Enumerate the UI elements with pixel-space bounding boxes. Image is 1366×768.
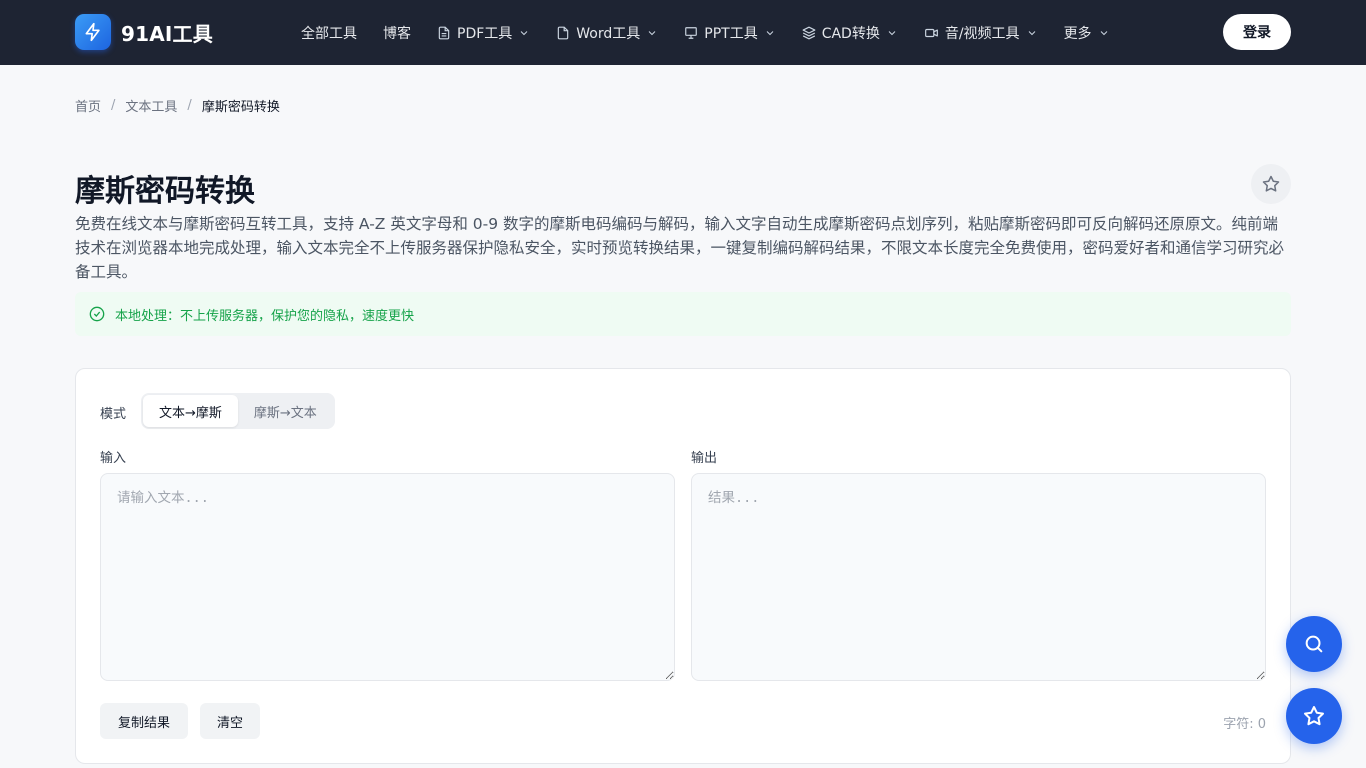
output-label: 输出 bbox=[691, 451, 718, 466]
file-icon bbox=[437, 26, 451, 40]
nav-item-label: PPT工具 bbox=[704, 25, 758, 42]
chevron-down-icon bbox=[764, 27, 776, 39]
nav-item-more[interactable]: 更多 bbox=[1051, 0, 1123, 65]
tool-card: 模式 文本→摩斯 摩斯→文本 输入 输出 复制结果 清空 字符: 0 bbox=[75, 368, 1291, 764]
nav-item-blog[interactable]: 博客 bbox=[370, 0, 424, 65]
check-circle-icon bbox=[89, 306, 105, 322]
nav-item-all-tools[interactable]: 全部工具 bbox=[288, 0, 370, 65]
video-icon bbox=[924, 26, 939, 40]
output-textarea[interactable] bbox=[691, 473, 1266, 681]
breadcrumb-separator: / bbox=[187, 98, 192, 113]
mode-text-to-morse-button[interactable]: 文本→摩斯 bbox=[143, 395, 238, 427]
nav-item-label: 博客 bbox=[383, 25, 411, 42]
mode-morse-to-text-button[interactable]: 摩斯→文本 bbox=[238, 395, 333, 427]
star-icon bbox=[1261, 174, 1281, 194]
floating-search-button[interactable] bbox=[1286, 616, 1342, 672]
nav-item-cad-convert[interactable]: CAD转换 bbox=[789, 0, 911, 65]
nav-item-label: PDF工具 bbox=[457, 25, 513, 42]
nav-item-pdf-tools[interactable]: PDF工具 bbox=[424, 0, 543, 65]
favorite-button[interactable] bbox=[1251, 164, 1291, 204]
nav-item-ppt-tools[interactable]: PPT工具 bbox=[671, 0, 788, 65]
nav-item-word-tools[interactable]: Word工具 bbox=[543, 0, 671, 65]
site-logo[interactable]: 91AI工具 bbox=[75, 14, 213, 50]
breadcrumb-home-link[interactable]: 首页 bbox=[75, 96, 101, 115]
nav-item-av-tools[interactable]: 音/视频工具 bbox=[911, 0, 1051, 65]
mode-label: 模式 bbox=[100, 407, 127, 422]
chevron-down-icon bbox=[518, 27, 530, 39]
character-count: 字符: 0 bbox=[1223, 717, 1266, 732]
nav-item-label: 音/视频工具 bbox=[944, 25, 1020, 42]
main-nav: 全部工具 博客 PDF工具 Word工具 PPT工具 CAD转换 音/视频工具 bbox=[288, 0, 1123, 65]
top-navigation-bar: 91AI工具 全部工具 博客 PDF工具 Word工具 PPT工具 CAD转换 bbox=[0, 0, 1366, 65]
privacy-notice-text: 本地处理：不上传服务器，保护您的隐私，速度更快 bbox=[115, 308, 415, 324]
nav-item-label: Word工具 bbox=[576, 25, 641, 42]
nav-item-label: 更多 bbox=[1063, 25, 1092, 42]
chevron-down-icon bbox=[1026, 27, 1038, 39]
layers-icon bbox=[802, 26, 816, 40]
copy-result-button[interactable]: 复制结果 bbox=[100, 703, 188, 739]
breadcrumb-category-link[interactable]: 文本工具 bbox=[125, 96, 177, 115]
lightning-icon bbox=[75, 14, 111, 50]
site-name: 91AI工具 bbox=[121, 21, 213, 46]
nav-item-label: CAD转换 bbox=[821, 25, 880, 42]
breadcrumb-current: 摩斯密码转换 bbox=[201, 100, 280, 115]
mode-switcher: 文本→摩斯 摩斯→文本 bbox=[141, 393, 335, 429]
star-icon bbox=[1302, 704, 1326, 728]
privacy-notice: 本地处理：不上传服务器，保护您的隐私，速度更快 bbox=[75, 292, 1291, 336]
floating-favorite-button[interactable] bbox=[1286, 688, 1342, 744]
chevron-down-icon bbox=[646, 27, 658, 39]
chevron-down-icon bbox=[1098, 27, 1110, 39]
breadcrumb: 首页 / 文本工具 / 摩斯密码转换 bbox=[75, 96, 280, 115]
login-button[interactable]: 登录 bbox=[1223, 14, 1291, 50]
chevron-down-icon bbox=[886, 27, 898, 39]
presentation-icon bbox=[684, 26, 698, 40]
clear-button[interactable]: 清空 bbox=[200, 703, 260, 739]
input-label: 输入 bbox=[100, 451, 127, 466]
page-description: 免费在线文本与摩斯密码互转工具，支持 A-Z 英文字母和 0-9 数字的摩斯电码… bbox=[75, 215, 1285, 281]
search-icon bbox=[1303, 633, 1325, 655]
page-title: 摩斯密码转换 bbox=[75, 174, 255, 209]
nav-item-label: 全部工具 bbox=[301, 25, 357, 42]
document-icon bbox=[556, 26, 570, 40]
breadcrumb-separator: / bbox=[111, 98, 116, 113]
input-textarea[interactable] bbox=[100, 473, 675, 681]
